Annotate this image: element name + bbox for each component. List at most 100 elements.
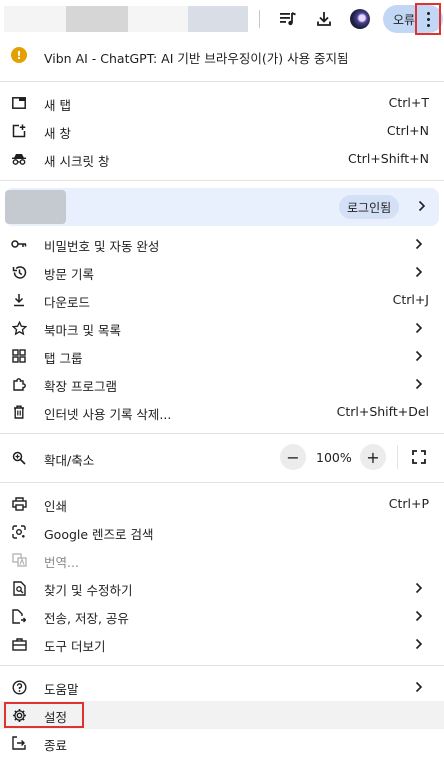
- share-icon: [11, 608, 27, 624]
- menu-item-help[interactable]: 도움말: [0, 673, 444, 701]
- menu-item-label: 전송, 저장, 공유: [44, 611, 129, 626]
- menu-item-label: 새 창: [44, 126, 71, 141]
- signed-in-label: 로그인됨: [347, 201, 392, 215]
- key-icon: [11, 236, 27, 252]
- chevron-right-icon: [418, 200, 426, 212]
- menu-item-history[interactable]: 방문 기록: [0, 258, 444, 286]
- zoom-out-button[interactable]: −: [280, 444, 306, 470]
- menu-item-new-tab[interactable]: 새 탭 Ctrl+T: [0, 89, 444, 117]
- shortcut-text: Ctrl+P: [388, 496, 429, 511]
- menu-item-label: 새 시크릿 창: [44, 154, 110, 169]
- menu-item-label: 인쇄: [44, 499, 68, 514]
- notice-text: Vibn AI - ChatGPT: AI 기반 브라우징이(가) 사용 중지됨: [44, 51, 349, 66]
- menu-item-exit[interactable]: 종료: [0, 729, 444, 757]
- history-icon: [11, 264, 27, 280]
- menu-item-passwords[interactable]: 비밀번호 및 자동 완성: [0, 230, 444, 258]
- chevron-right-icon: [412, 377, 426, 391]
- divider: [0, 180, 444, 181]
- chevron-right-icon: [412, 237, 426, 251]
- chevron-right-icon: [412, 609, 426, 623]
- profile-label: 오류: [393, 13, 416, 27]
- lens-icon: [11, 524, 27, 540]
- profile-image: [5, 190, 66, 224]
- divider: [0, 433, 444, 434]
- zoom-in-button[interactable]: +: [360, 444, 386, 470]
- download-icon: [11, 292, 27, 308]
- exit-icon: [11, 735, 27, 751]
- shortcut-text: Ctrl+Shift+Del: [336, 404, 429, 419]
- menu-item-print[interactable]: 인쇄 Ctrl+P: [0, 490, 444, 518]
- zoom-value: 100%: [316, 450, 352, 465]
- signed-in-badge: 로그인됨: [339, 195, 399, 219]
- menu-item-settings[interactable]: 설정: [0, 701, 444, 729]
- chevron-right-icon: [412, 637, 426, 651]
- print-icon: [11, 496, 27, 512]
- fullscreen-icon[interactable]: [411, 449, 427, 465]
- shortcut-text: Ctrl+N: [386, 123, 429, 138]
- menu-item-bookmarks[interactable]: 북마크 및 목록: [0, 314, 444, 342]
- menu-item-label: 종료: [44, 738, 68, 753]
- extension-disabled-notice[interactable]: ! Vibn AI - ChatGPT: AI 기반 브라우징이(가) 사용 중…: [0, 38, 444, 74]
- tab-thumbnail[interactable]: [188, 6, 248, 32]
- chevron-right-icon: [412, 265, 426, 279]
- menu-item-label: 새 탭: [44, 98, 71, 113]
- menu-item-label: 찾기 및 수정하기: [44, 583, 133, 598]
- menu-item-google-lens[interactable]: Google 렌즈로 검색: [0, 518, 444, 546]
- chevron-right-icon: [412, 581, 426, 595]
- new-window-icon: [11, 123, 27, 139]
- shortcut-text: Ctrl+T: [388, 95, 429, 110]
- divider: [0, 81, 444, 82]
- menu-item-label: 탭 그룹: [44, 351, 83, 366]
- menu-item-share[interactable]: 전송, 저장, 공유: [0, 602, 444, 630]
- zoom-label: 확대/축소: [44, 453, 95, 468]
- warning-icon: !: [11, 47, 27, 63]
- trash-icon: [11, 404, 27, 420]
- menu-item-label: 방문 기록: [44, 267, 94, 282]
- menu-item-label: 다운로드: [44, 295, 91, 310]
- translate-icon: [11, 552, 27, 568]
- menu-item-more-tools[interactable]: 도구 더보기: [0, 630, 444, 658]
- menu-item-label: 번역...: [44, 555, 79, 570]
- menu-item-label: 비밀번호 및 자동 완성: [44, 239, 160, 254]
- tab-thumbnail[interactable]: [4, 6, 66, 32]
- divider: [0, 482, 444, 483]
- toolbox-icon: [11, 636, 27, 652]
- chevron-right-icon: [412, 349, 426, 363]
- profile-section[interactable]: 로그인됨: [5, 188, 439, 226]
- find-edit-icon: [11, 580, 27, 596]
- menu-item-incognito[interactable]: 새 시크릿 창 Ctrl+Shift+N: [0, 145, 444, 173]
- tab-thumbnail[interactable]: [128, 6, 188, 32]
- menu-item-clear-browsing-data[interactable]: 인터넷 사용 기록 삭제... Ctrl+Shift+Del: [0, 398, 444, 426]
- chevron-right-icon: [412, 321, 426, 335]
- chevron-right-icon: [412, 680, 426, 694]
- menu-item-label: Google 렌즈로 검색: [44, 527, 154, 542]
- account-avatar[interactable]: [348, 7, 372, 31]
- divider: [0, 665, 444, 666]
- more-menu-icon[interactable]: [415, 3, 441, 35]
- zoom-control: 확대/축소 − 100% +: [0, 441, 444, 475]
- download-icon[interactable]: [312, 7, 336, 31]
- menu-item-label: 확장 프로그램: [44, 379, 117, 394]
- menu-item-downloads[interactable]: 다운로드 Ctrl+J: [0, 286, 444, 314]
- menu-item-tab-groups[interactable]: 탭 그룹: [0, 342, 444, 370]
- menu-item-extensions[interactable]: 확장 프로그램: [0, 370, 444, 398]
- tab-thumbnail[interactable]: [66, 6, 128, 32]
- menu-item-label: 인터넷 사용 기록 삭제...: [44, 407, 172, 422]
- menu-item-translate[interactable]: 번역...: [0, 546, 444, 574]
- divider: [397, 445, 398, 469]
- help-icon: [11, 679, 27, 695]
- settings-icon: [11, 707, 27, 723]
- media-controls-icon[interactable]: [276, 7, 300, 31]
- menu-item-label: 도구 더보기: [44, 639, 106, 654]
- new-tab-icon: [11, 95, 27, 111]
- shortcut-text: Ctrl+Shift+N: [348, 151, 429, 166]
- menu-item-new-window[interactable]: 새 창 Ctrl+N: [0, 117, 444, 145]
- avatar: [350, 9, 370, 29]
- extension-icon: [11, 376, 27, 392]
- menu-item-label: 설정: [44, 710, 68, 725]
- zoom-icon: [11, 450, 27, 466]
- menu-item-label: 도움말: [44, 682, 79, 697]
- menu-item-label: 북마크 및 목록: [44, 323, 121, 338]
- incognito-icon: [11, 151, 27, 167]
- menu-item-find-and-edit[interactable]: 찾기 및 수정하기: [0, 574, 444, 602]
